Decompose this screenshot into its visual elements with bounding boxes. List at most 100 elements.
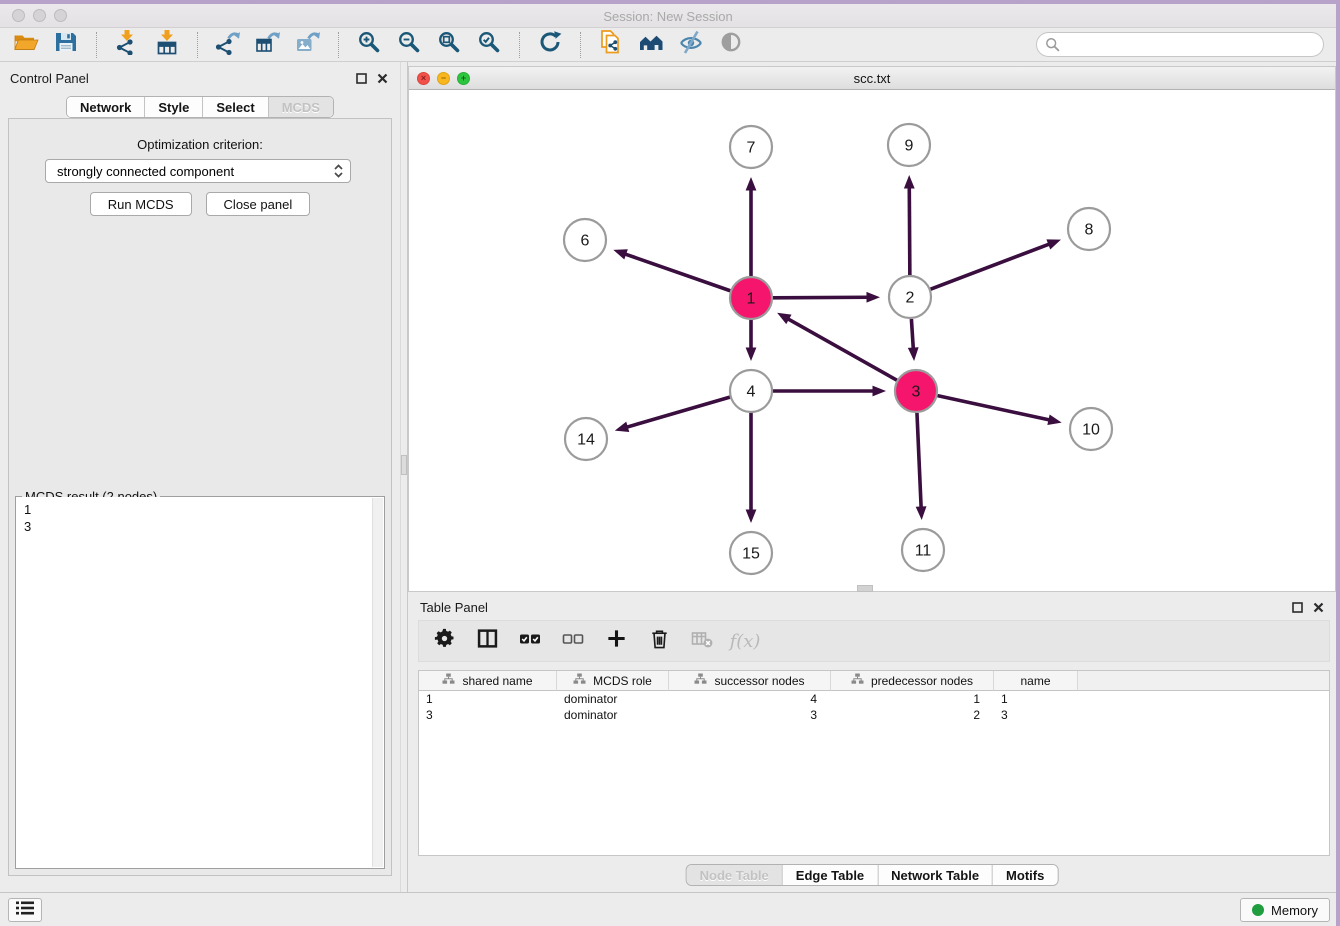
window-title: Session: New Session xyxy=(0,9,1336,24)
graph-edge-arrowhead xyxy=(615,422,629,432)
tab-select[interactable]: Select xyxy=(202,97,267,117)
delete-column-button[interactable] xyxy=(646,627,672,655)
search-field xyxy=(1036,32,1324,57)
graph-edge-1-2[interactable] xyxy=(773,297,869,298)
table-cell[interactable]: dominator xyxy=(557,708,669,722)
tab-edge-table[interactable]: Edge Table xyxy=(782,865,877,885)
mcds-result-text[interactable]: 1 3 xyxy=(24,501,31,535)
graph-node-6[interactable]: 6 xyxy=(564,219,606,261)
tab-node-table[interactable]: Node Table xyxy=(687,865,782,885)
vertical-splitter[interactable] xyxy=(400,62,408,892)
criterion-dropdown[interactable]: strongly connected component xyxy=(45,159,351,183)
network-window-titlebar[interactable]: × − + scc.txt xyxy=(409,67,1335,90)
table-cell[interactable]: 3 xyxy=(669,708,831,722)
close-panel-icon[interactable] xyxy=(377,71,388,89)
graph-edge-2-8[interactable] xyxy=(931,244,1051,290)
import-table-icon xyxy=(154,29,180,60)
zoom-in-button[interactable] xyxy=(353,30,385,60)
table-cell[interactable]: 3 xyxy=(419,708,557,722)
vertical-splitter-grip[interactable] xyxy=(401,455,407,475)
table-cell[interactable]: 1 xyxy=(419,692,557,706)
apply-layout-button[interactable] xyxy=(534,30,566,60)
horizontal-splitter-grip[interactable] xyxy=(857,585,873,592)
window-titlebar[interactable]: Session: New Session xyxy=(0,4,1336,28)
hide-unselected-button[interactable] xyxy=(675,30,707,60)
tab-network[interactable]: Network xyxy=(67,97,144,117)
graph-edge-arrowhead xyxy=(746,348,757,362)
graph-edge-2-9[interactable] xyxy=(909,186,910,275)
svg-text:1: 1 xyxy=(747,291,756,308)
graph-node-11[interactable]: 11 xyxy=(902,529,944,571)
tab-network-table[interactable]: Network Table xyxy=(877,865,992,885)
import-table-button[interactable] xyxy=(151,30,183,60)
graph-edge-1-6[interactable] xyxy=(624,254,731,291)
column-chooser-button[interactable] xyxy=(474,627,500,655)
import-network-button[interactable] xyxy=(111,30,143,60)
table-toolbar: f(x) xyxy=(418,620,1330,662)
task-list-icon xyxy=(15,900,35,921)
graph-node-9[interactable]: 9 xyxy=(888,124,930,166)
graph-node-8[interactable]: 8 xyxy=(1068,208,1110,250)
tab-motifs[interactable]: Motifs xyxy=(992,865,1057,885)
column-header-MCDS-role[interactable]: MCDS role xyxy=(557,671,669,691)
column-header-name[interactable]: name xyxy=(994,671,1078,691)
graph-node-15[interactable]: 15 xyxy=(730,532,772,574)
table-row[interactable]: 3dominator323 xyxy=(419,707,1329,723)
table-cell[interactable]: 1 xyxy=(831,692,994,706)
graph-node-2[interactable]: 2 xyxy=(889,276,931,318)
select-all-columns-button[interactable] xyxy=(517,627,543,655)
export-table-button[interactable] xyxy=(252,30,284,60)
graph-node-7[interactable]: 7 xyxy=(730,126,772,168)
graph-node-10[interactable]: 10 xyxy=(1070,408,1112,450)
zoom-out-icon xyxy=(396,29,422,60)
graph-edge-3-11[interactable] xyxy=(917,413,921,509)
result-scrollbar[interactable] xyxy=(372,498,383,867)
table-cell[interactable]: 3 xyxy=(994,708,1078,722)
table-settings-button[interactable] xyxy=(431,627,457,655)
graph-node-4[interactable]: 4 xyxy=(730,370,772,412)
export-image-button[interactable] xyxy=(292,30,324,60)
table-cell[interactable]: 4 xyxy=(669,692,831,706)
close-table-panel-icon[interactable] xyxy=(1313,600,1324,618)
graph-edge-arrowhead xyxy=(613,249,628,259)
duplicate-network-button[interactable] xyxy=(595,30,627,60)
table-cell[interactable]: dominator xyxy=(557,692,669,706)
graph-edge-3-1[interactable] xyxy=(787,318,897,380)
table-cell[interactable]: 2 xyxy=(831,708,994,722)
deselect-all-columns-button[interactable] xyxy=(560,627,586,655)
column-header-shared-name[interactable]: shared name xyxy=(419,671,557,691)
table-cell[interactable]: 1 xyxy=(994,692,1078,706)
add-column-button[interactable] xyxy=(603,627,629,655)
close-panel-button[interactable]: Close panel xyxy=(206,192,311,216)
zoom-out-button[interactable] xyxy=(393,30,425,60)
zoom-fit-button[interactable] xyxy=(433,30,465,60)
zoom-selected-button[interactable] xyxy=(473,30,505,60)
float-panel-icon[interactable] xyxy=(356,71,367,89)
svg-text:8: 8 xyxy=(1085,222,1094,239)
graph-node-3[interactable]: 3 xyxy=(895,370,937,412)
task-history-button[interactable] xyxy=(8,898,42,922)
graph-node-14[interactable]: 14 xyxy=(565,418,607,460)
float-table-panel-icon[interactable] xyxy=(1292,600,1303,618)
memory-button[interactable]: Memory xyxy=(1240,898,1330,922)
plus-icon xyxy=(605,627,628,655)
table-panel-tabs: Node TableEdge TableNetwork TableMotifs xyxy=(686,864,1059,886)
graph-node-1[interactable]: 1 xyxy=(730,277,772,319)
save-session-button[interactable] xyxy=(50,30,82,60)
graph-edge-4-14[interactable] xyxy=(625,397,730,427)
tab-mcds[interactable]: MCDS xyxy=(268,97,333,117)
toolbar-separator xyxy=(197,32,198,58)
search-icon xyxy=(1045,37,1060,57)
show-network-overview-button[interactable] xyxy=(635,30,667,60)
search-input[interactable] xyxy=(1036,32,1324,57)
graph-edge-3-10[interactable] xyxy=(937,396,1050,421)
network-canvas[interactable]: 7 9 6 8 1 2 4 3 14 10 15 11 xyxy=(409,91,1335,591)
table-row[interactable]: 1dominator411 xyxy=(419,691,1329,707)
tab-style[interactable]: Style xyxy=(144,97,202,117)
graph-edge-2-3[interactable] xyxy=(911,319,913,350)
column-header-successor-nodes[interactable]: successor nodes xyxy=(669,671,831,691)
export-network-button[interactable] xyxy=(212,30,244,60)
run-mcds-button[interactable]: Run MCDS xyxy=(90,192,192,216)
column-header-predecessor-nodes[interactable]: predecessor nodes xyxy=(831,671,994,691)
open-file-button[interactable] xyxy=(10,30,42,60)
